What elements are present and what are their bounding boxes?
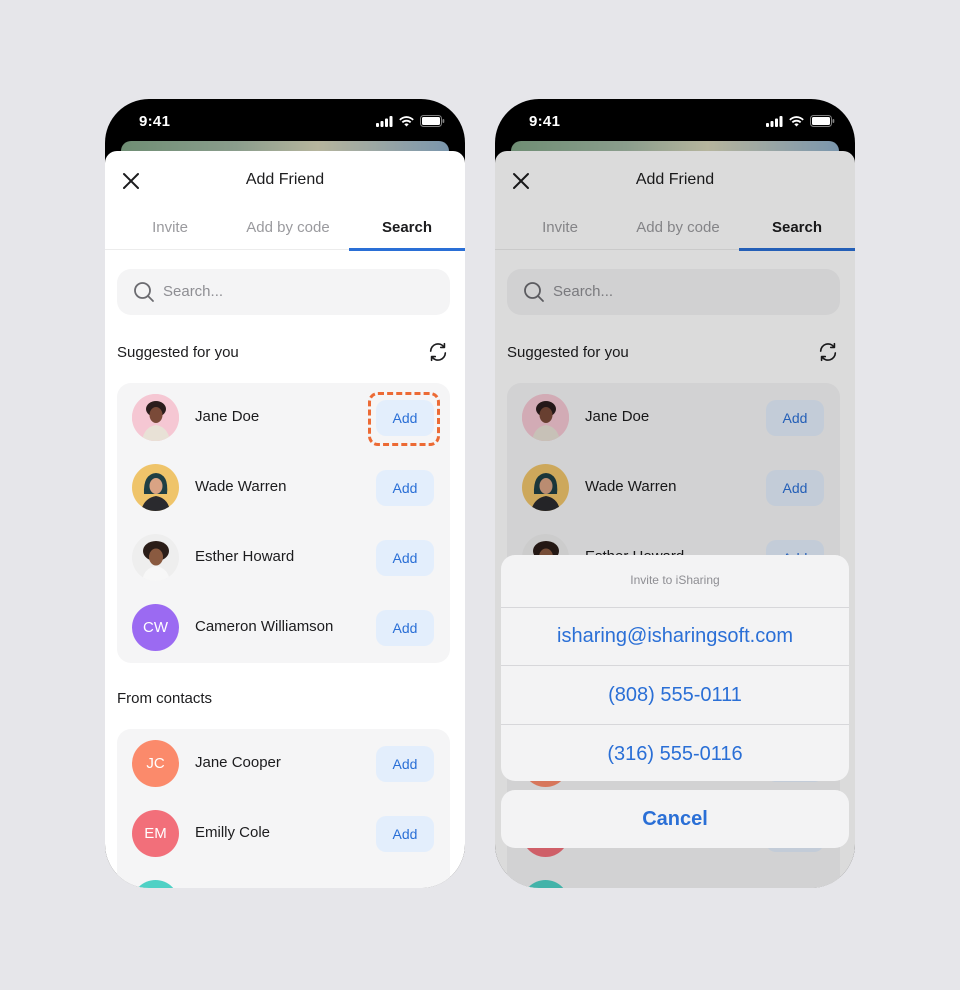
- contact-name: Emilly Cole: [195, 824, 271, 841]
- contact-name: Jane Cooper: [195, 754, 281, 771]
- avatar-photo: [132, 394, 179, 441]
- avatar: JC: [132, 740, 179, 787]
- cancel-button[interactable]: Cancel: [501, 790, 849, 848]
- invite-phone-option[interactable]: (808) 555-0111: [501, 666, 849, 725]
- add-friend-sheet: Add Friend Invite Add by code Search Sea…: [105, 151, 465, 888]
- search-placeholder: Search...: [163, 283, 224, 300]
- invite-phone-option[interactable]: (316) 555-0116: [501, 725, 849, 781]
- tab-bar: Invite Add by code Search: [105, 209, 465, 251]
- list-item: Esther Howard Add: [117, 523, 450, 593]
- action-sheet: Invite to iSharing isharing@isharingsoft…: [501, 555, 849, 781]
- invite-email-option[interactable]: isharing@isharingsoft.com: [501, 607, 849, 666]
- list-item: EM Emilly Cole Add: [117, 799, 450, 869]
- add-button[interactable]: Add: [376, 746, 434, 782]
- status-icons: [376, 115, 445, 127]
- avatar-photo: [132, 534, 179, 581]
- contact-name: Esther Howard: [195, 548, 295, 565]
- avatar: CW: [132, 604, 179, 651]
- signal-icon: [766, 115, 783, 127]
- list-item: Jane Doe Add: [117, 383, 450, 453]
- status-icons: [766, 115, 835, 127]
- suggested-list: Jane Doe Add Wade Warren Add Esther Howa…: [117, 383, 450, 663]
- refresh-icon[interactable]: [427, 341, 449, 363]
- contact-name: Wade Warren: [195, 478, 287, 495]
- avatar-photo: [132, 464, 179, 511]
- add-button[interactable]: Add: [376, 610, 434, 646]
- sheet-header: Add Friend: [105, 151, 465, 209]
- status-bar: 9:41: [495, 99, 855, 143]
- status-time: 9:41: [529, 113, 561, 130]
- wifi-icon: [399, 115, 414, 126]
- list-item: [117, 869, 450, 888]
- tab-search[interactable]: Search: [349, 219, 465, 236]
- phone-screen-invite-sheet: 9:41 Add Friend Invite Add by code Searc…: [495, 99, 855, 888]
- avatar: [132, 534, 179, 581]
- tab-add-by-code[interactable]: Add by code: [223, 219, 353, 236]
- add-button[interactable]: Add: [376, 470, 434, 506]
- tab-invite[interactable]: Invite: [105, 219, 235, 236]
- add-button[interactable]: Add: [376, 540, 434, 576]
- avatar: EM: [132, 810, 179, 857]
- list-item: Wade Warren Add: [117, 453, 450, 523]
- action-sheet-title: Invite to iSharing: [501, 555, 849, 608]
- search-input[interactable]: Search...: [117, 269, 450, 315]
- section-title-suggested: Suggested for you: [117, 344, 239, 361]
- contact-name: Cameron Williamson: [195, 618, 334, 635]
- wifi-icon: [789, 115, 804, 126]
- page-title: Add Friend: [245, 171, 325, 188]
- status-time: 9:41: [139, 113, 171, 130]
- list-item: JC Jane Cooper Add: [117, 729, 450, 799]
- search-icon: [134, 282, 154, 302]
- avatar: [132, 464, 179, 511]
- status-bar: 9:41: [105, 99, 465, 143]
- contacts-list: JC Jane Cooper Add EM Emilly Cole Add: [117, 729, 450, 888]
- list-item: CW Cameron Williamson Add: [117, 593, 450, 663]
- avatar: [132, 394, 179, 441]
- highlight-marker: [368, 392, 440, 446]
- contact-name: Jane Doe: [195, 408, 260, 425]
- signal-icon: [376, 115, 393, 127]
- section-title-contacts: From contacts: [117, 690, 213, 707]
- battery-icon: [810, 115, 835, 127]
- active-tab-indicator: [349, 248, 465, 251]
- phone-screen-add-friend: 9:41 Add Friend Invite Add by code Searc…: [105, 99, 465, 888]
- add-button[interactable]: Add: [376, 816, 434, 852]
- battery-icon: [420, 115, 445, 127]
- avatar: [132, 880, 179, 888]
